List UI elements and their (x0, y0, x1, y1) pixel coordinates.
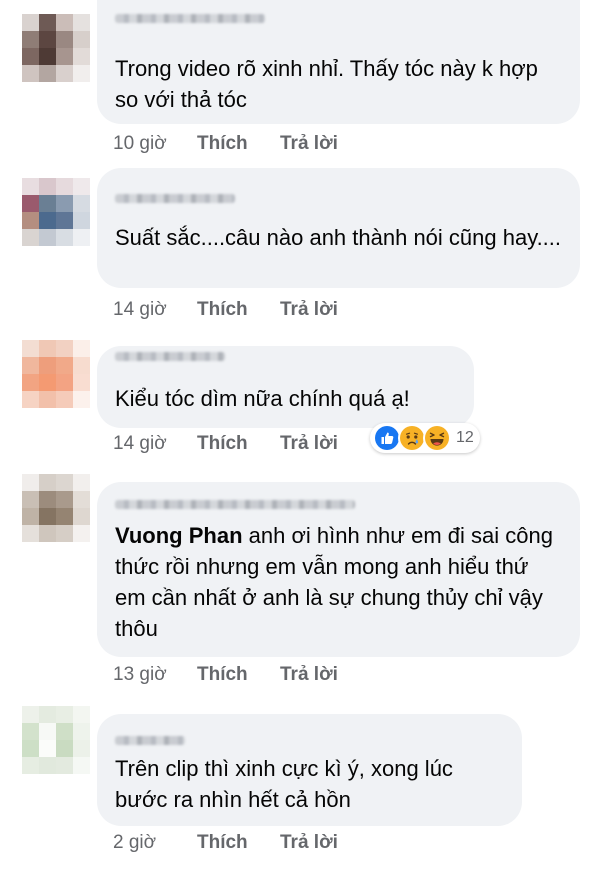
reply-button[interactable]: Trả lời (280, 832, 338, 854)
comment-bubble: Trong video rõ xinh nhỉ. Thấy tóc này k … (97, 0, 580, 124)
reaction-count: 12 (456, 429, 474, 446)
avatar[interactable] (22, 474, 90, 542)
comment-text: Suất sắc....câu nào anh thành nói cũng h… (115, 225, 562, 250)
reply-button[interactable]: Trả lời (280, 133, 338, 155)
reactions-summary[interactable]: 12 (370, 423, 480, 453)
comment-timestamp[interactable]: 13 giờ (113, 664, 197, 686)
comment-timestamp[interactable]: 14 giờ (113, 433, 197, 455)
like-button[interactable]: Thích (197, 299, 280, 321)
comment-text: Vuong Phan anh ơi hình như em đi sai côn… (115, 520, 562, 644)
reply-button[interactable]: Trả lời (280, 299, 338, 321)
comment-bubble: Suất sắc....câu nào anh thành nói cũng h… (97, 168, 580, 288)
blurred-author-name[interactable] (115, 736, 185, 745)
like-button[interactable]: Thích (197, 433, 280, 455)
mentioned-user-link[interactable]: Vuong Phan (115, 523, 243, 548)
comment-actions: 13 giờ Thích Trả lời (113, 664, 338, 686)
comment-bubble: Kiểu tóc dìm nữa chính quá ạ! (97, 346, 474, 428)
blurred-author-name[interactable] (115, 500, 355, 509)
like-button[interactable]: Thích (197, 133, 280, 155)
blurred-author-name[interactable] (115, 14, 265, 23)
avatar[interactable] (22, 14, 90, 82)
haha-reaction-icon (423, 424, 451, 452)
avatar[interactable] (22, 340, 90, 408)
blurred-author-name[interactable] (115, 352, 225, 361)
comment-actions: 14 giờ Thích Trả lời (113, 433, 338, 455)
like-reaction-icon (373, 424, 401, 452)
comment-actions: 14 giờ Thích Trả lời (113, 299, 338, 321)
comment-timestamp[interactable]: 10 giờ (113, 133, 197, 155)
avatar[interactable] (22, 178, 90, 246)
comment-text: Kiểu tóc dìm nữa chính quá ạ! (115, 386, 410, 411)
comment-actions: 10 giờ Thích Trả lời (113, 133, 338, 155)
blurred-author-name[interactable] (115, 194, 235, 203)
comment-bubble: Trên clip thì xinh cực kì ý, xong lúc bư… (97, 714, 522, 826)
comment-text: Trong video rõ xinh nhỉ. Thấy tóc này k … (115, 56, 538, 112)
comment-actions: 2 giờ Thích Trả lời (113, 832, 338, 854)
avatar[interactable] (22, 706, 90, 774)
comment-timestamp[interactable]: 14 giờ (113, 299, 197, 321)
sad-reaction-icon (398, 424, 426, 452)
comment-timestamp[interactable]: 2 giờ (113, 832, 197, 854)
comment-text: Trên clip thì xinh cực kì ý, xong lúc bư… (115, 756, 453, 812)
like-button[interactable]: Thích (197, 664, 280, 686)
reply-button[interactable]: Trả lời (280, 433, 338, 455)
like-button[interactable]: Thích (197, 832, 280, 854)
comment-bubble: Vuong Phan anh ơi hình như em đi sai côn… (97, 482, 580, 657)
reply-button[interactable]: Trả lời (280, 664, 338, 686)
